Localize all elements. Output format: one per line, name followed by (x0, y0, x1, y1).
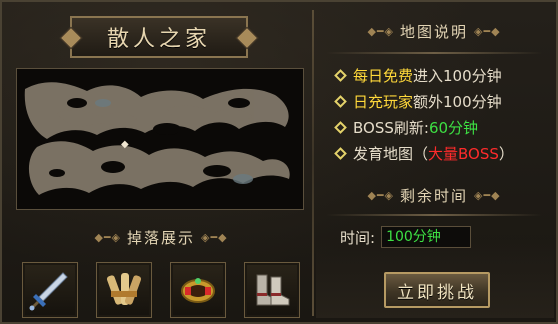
drops-heading: ◆━◈ 掉落展示 ◈━◆ (38, 226, 284, 248)
diamond-bullet-icon (334, 68, 347, 82)
info-suffix: ） (498, 144, 514, 163)
map-preview: ◆ (16, 68, 304, 210)
time-row: 时间: 100分钟 (340, 226, 472, 248)
drop-item-bracer[interactable] (170, 262, 226, 318)
info-daily-recharge: 日充玩家 额外100分钟 (332, 88, 550, 114)
panel-divider (312, 10, 314, 316)
divider-line (326, 214, 542, 216)
map-description-heading: ◆━◈ 地图说明 ◈━◆ (318, 20, 550, 42)
left-panel: 散人之家 ◆ ◆━◈ 掉落展示 ◈━◆ (8, 10, 304, 318)
svg-text:◆: ◆ (121, 139, 129, 150)
map-description-heading-text: 地图说明 (399, 22, 468, 41)
remaining-time-heading-text: 剩余时间 (399, 186, 468, 205)
right-panel: ◆━◈ 地图说明 ◈━◆ 每日免费 进入100分钟 日充玩家 额外100分钟 B… (318, 10, 550, 316)
info-value: 大量BOSS (428, 144, 499, 163)
scroll-bundle-icon (106, 273, 142, 305)
diamond-bullet-icon (334, 146, 347, 160)
info-text: BOSS刷新: (353, 118, 429, 137)
time-label: 时间: (340, 228, 376, 247)
diamond-bullet-icon (334, 120, 347, 134)
info-text: 进入100分钟 (413, 66, 502, 85)
drop-item-boots[interactable] (244, 262, 300, 318)
jeweled-bracer-icon (181, 278, 215, 303)
info-value: 60分钟 (428, 118, 479, 137)
ornament-left-icon: ◆━◈ (367, 188, 394, 202)
diamond-bullet-icon (334, 94, 347, 108)
drops-heading-text: 掉落展示 (126, 228, 195, 247)
map-title: 散人之家 (106, 27, 211, 52)
info-daily-free: 每日免费 进入100分钟 (332, 62, 550, 88)
boots-icon (256, 274, 290, 306)
ornament-right-icon: ◈━◆ (474, 24, 501, 38)
drop-items (16, 262, 302, 318)
cave-map-image: ◆ (17, 69, 303, 209)
info-text: 额外100分钟 (413, 92, 502, 111)
sword-icon (29, 272, 68, 311)
drop-item-scrolls[interactable] (96, 262, 152, 318)
map-info-list: 每日免费 进入100分钟 日充玩家 额外100分钟 BOSS刷新: 60分钟 发… (332, 62, 550, 166)
ornament-left-icon: ◆━◈ (367, 24, 394, 38)
challenge-button[interactable]: 立即挑战 (384, 272, 490, 308)
info-text: 发育地图（ (353, 144, 429, 163)
title-plate: 散人之家 (70, 16, 248, 58)
drop-item-sword[interactable] (22, 262, 78, 318)
divider-line (326, 52, 542, 54)
info-growth-map: 发育地图（ 大量BOSS ） (332, 140, 550, 166)
ornament-right-icon: ◈━◆ (201, 230, 228, 244)
ornament-right-icon: ◈━◆ (474, 188, 501, 202)
info-highlight: 每日免费 (353, 66, 414, 85)
remaining-time-heading: ◆━◈ 剩余时间 ◈━◆ (318, 184, 550, 206)
info-highlight: 日充玩家 (353, 92, 414, 111)
info-boss-refresh: BOSS刷新: 60分钟 (332, 114, 550, 140)
time-value-field: 100分钟 (381, 226, 472, 248)
ornament-left-icon: ◆━◈ (94, 230, 121, 244)
